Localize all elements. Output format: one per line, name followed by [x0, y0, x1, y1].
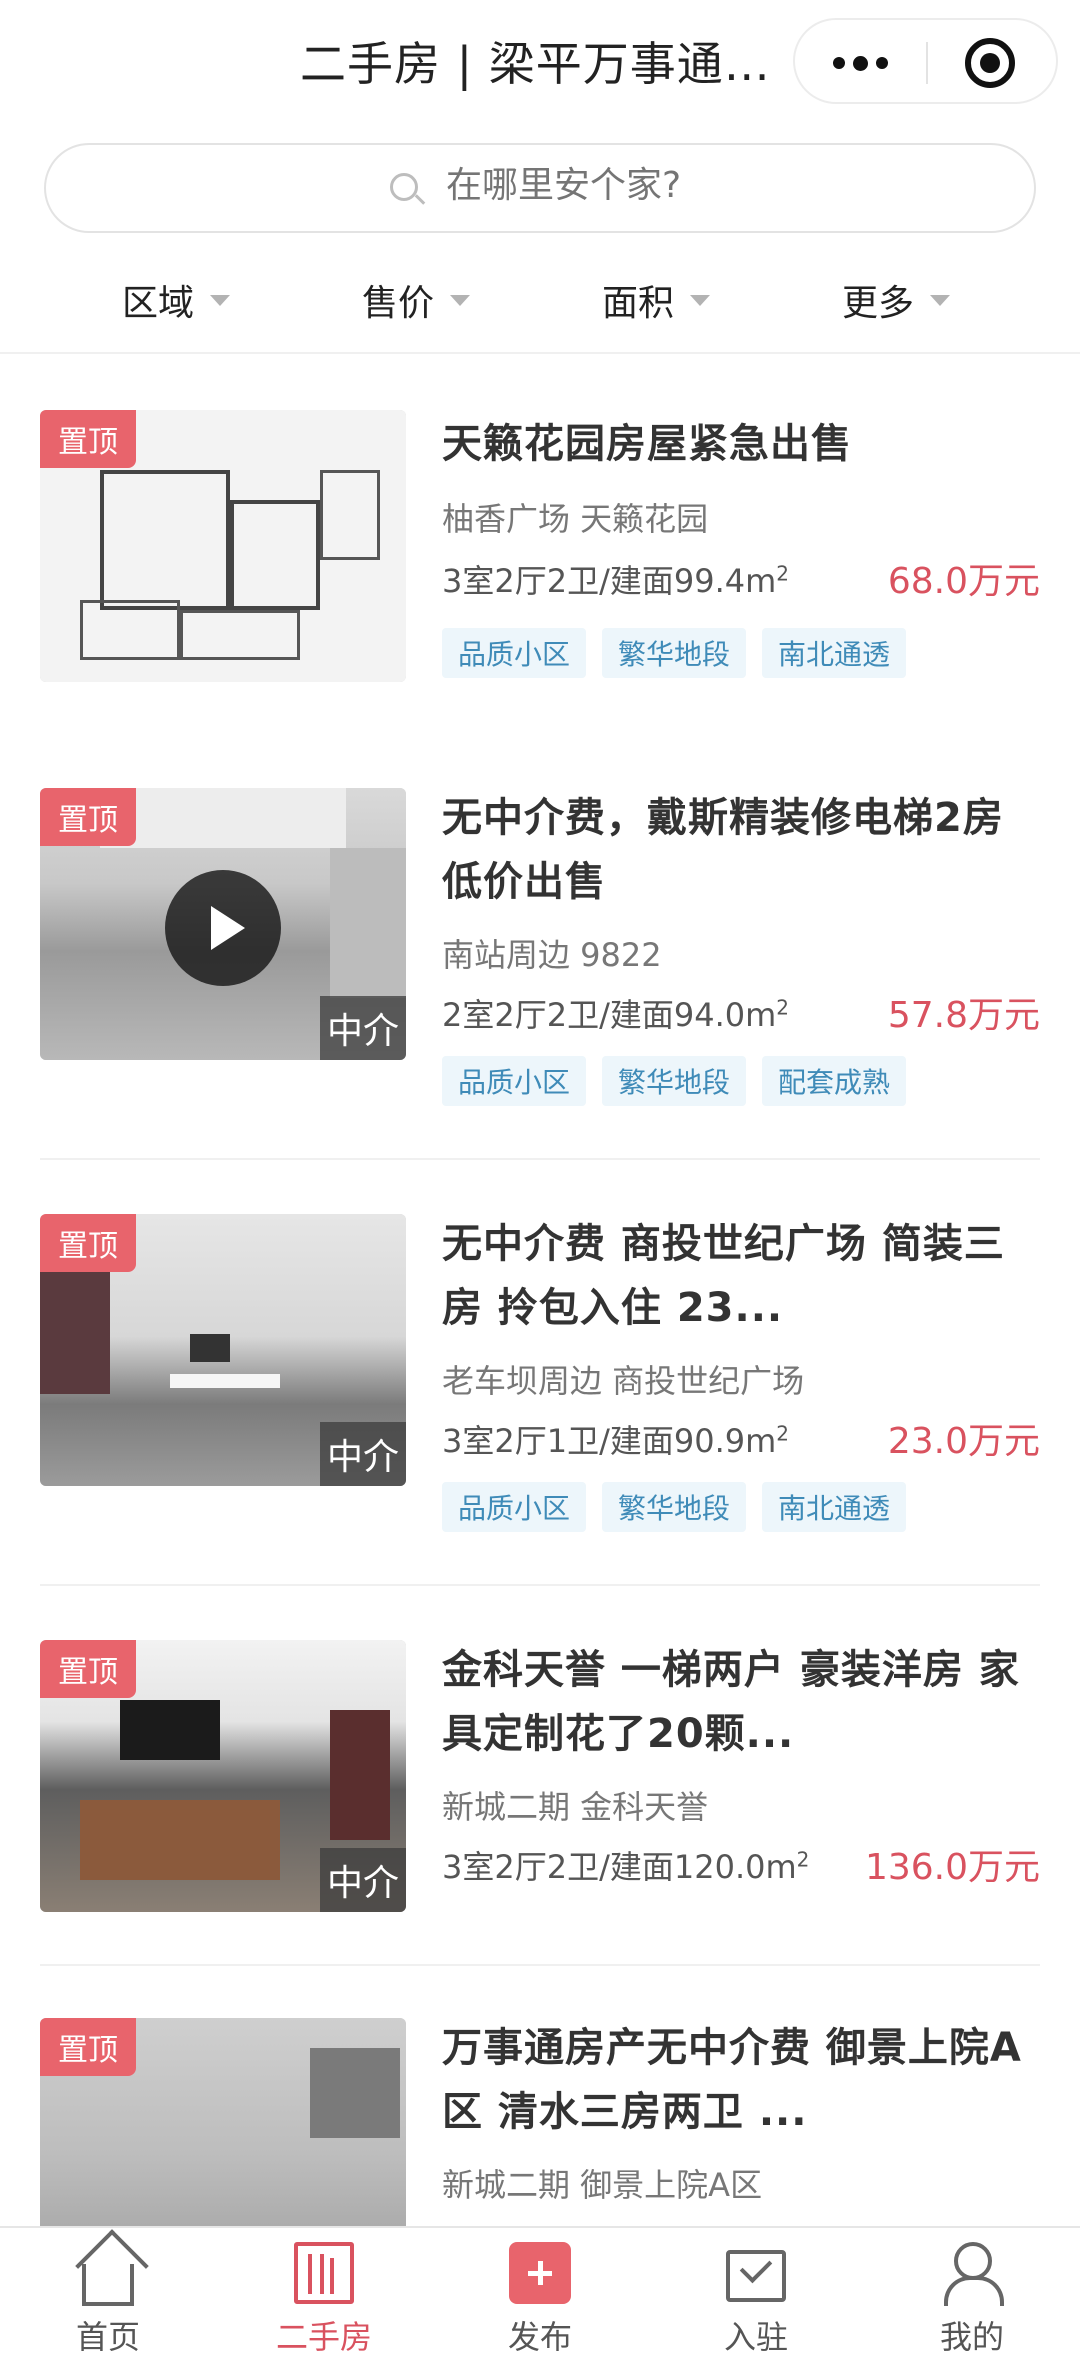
listing-item[interactable]: 置顶 中介 金科天誉 一梯两户 豪装洋房 家具定制花了20颗... 新城二期 金…	[40, 1586, 1040, 1966]
caret-down-icon	[210, 294, 231, 306]
listing-spec: 3室2厅2卫/建面120.0m2	[442, 1842, 809, 1888]
spec-text: 3室2厅1卫/建面90.9m	[442, 1422, 777, 1460]
listing-title[interactable]: 天籁花园房屋紧急出售	[442, 412, 1040, 476]
listing-location: 老车坝周边 商投世纪广场	[442, 1362, 805, 1400]
tab-home[interactable]: 首页	[0, 2228, 216, 2363]
top-nav-bar: 二手房 | 梁平万事通小程序	[0, 0, 1080, 122]
tag: 南北通透	[762, 628, 907, 678]
tab-label: 我的	[939, 2318, 1004, 2356]
tab-label: 二手房	[275, 2318, 372, 2356]
listing-price: 23.0万元	[887, 1421, 1040, 1462]
tag: 品质小区	[442, 628, 587, 678]
filter-price[interactable]: 售价	[362, 272, 471, 328]
search-icon	[390, 173, 418, 201]
tab-mine[interactable]: 我的	[864, 2228, 1080, 2363]
listing-thumbnail[interactable]: 置顶 中介	[40, 1640, 406, 1912]
search-bar[interactable]	[44, 143, 1036, 233]
spec-text: 2室2厅2卫/建面94.0m	[442, 996, 777, 1034]
pinned-badge: 置顶	[40, 410, 136, 468]
filter-bar: 区域 售价 面积 更多	[0, 254, 1080, 354]
listing-location: 新城二期 金科天誉	[442, 1788, 709, 1826]
listing-item[interactable]: 置顶 中介 无中介费 商投世纪广场 简装三房 拎包入住 23... 老车坝周边 …	[40, 1160, 1040, 1586]
listing-item[interactable]: 置顶 天籁花园房屋紧急出售 柚香广场 天籁花园 3室2厅2卫/建面99.4m2 …	[40, 354, 1040, 732]
close-mini-program-icon[interactable]	[965, 38, 1015, 88]
tab-second-hand-house[interactable]: 二手房	[216, 2228, 432, 2363]
listing-thumbnail[interactable]: 置顶 中介	[40, 1214, 406, 1486]
filter-label: 售价	[362, 283, 435, 324]
listing-location: 南站周边 9822	[442, 936, 662, 974]
agent-badge: 中介	[320, 996, 406, 1060]
tag: 繁华地段	[602, 628, 747, 678]
listing-thumbnail[interactable]: 置顶	[40, 2018, 406, 2226]
mail-icon	[726, 2250, 786, 2302]
listing-tags: 品质小区 繁华地段 南北通透	[442, 628, 907, 678]
listing-title[interactable]: 金科天誉 一梯两户 豪装洋房 家具定制花了20颗...	[442, 1638, 1040, 1766]
spec-sup: 2	[776, 1421, 790, 1446]
filter-label: 区域	[122, 283, 195, 324]
listing-title[interactable]: 无中介费，戴斯精装修电梯2房低价出售	[442, 786, 1040, 914]
listing-price: 136.0万元	[864, 1847, 1040, 1888]
pinned-badge: 置顶	[40, 1640, 136, 1698]
filter-label: 更多	[842, 283, 915, 324]
play-video-icon[interactable]	[165, 870, 281, 986]
tab-publish[interactable]: 发布	[432, 2228, 648, 2363]
listing-item[interactable]: 置顶 中介 无中介费，戴斯精装修电梯2房低价出售 南站周边 9822 2室2厅2…	[40, 732, 1040, 1160]
tab-join[interactable]: 入驻	[648, 2228, 864, 2363]
caret-down-icon	[450, 294, 471, 306]
page-title: 二手房 | 梁平万事通小程序	[300, 37, 780, 91]
listing-spec: 3室2厅1卫/建面90.9m2	[442, 1416, 789, 1462]
listing-tags: 品质小区 繁华地段 配套成熟	[442, 1056, 907, 1106]
filter-label: 面积	[602, 283, 675, 324]
spec-sup: 2	[776, 995, 790, 1020]
pinned-badge: 置顶	[40, 788, 136, 846]
pinned-badge: 置顶	[40, 1214, 136, 1272]
listing-spec: 2室2厅2卫/建面94.0m2	[442, 990, 789, 1036]
caret-down-icon	[930, 294, 951, 306]
bottom-tab-bar: 首页 二手房 发布 入驻 我的	[0, 2226, 1080, 2363]
plus-icon	[509, 2242, 571, 2304]
user-icon	[942, 2242, 1004, 2306]
filter-area[interactable]: 面积	[602, 272, 711, 328]
tag: 南北通透	[762, 1482, 907, 1532]
listing-thumbnail[interactable]: 置顶	[40, 410, 406, 682]
listing-thumbnail[interactable]: 置顶 中介	[40, 788, 406, 1060]
listing-location: 新城二期 御景上院A区	[442, 2166, 763, 2204]
listing-title[interactable]: 万事通房产无中介费 御景上院A区 清水三房两卫 ...	[442, 2016, 1040, 2144]
mini-program-capsule	[793, 18, 1058, 104]
tag: 品质小区	[442, 1056, 587, 1106]
listing-price: 68.0万元	[887, 561, 1040, 602]
tab-label: 首页	[75, 2318, 140, 2356]
tag: 繁华地段	[602, 1056, 747, 1106]
spec-text: 3室2厅2卫/建面120.0m	[442, 1848, 797, 1886]
caret-down-icon	[690, 294, 711, 306]
building-icon	[294, 2242, 354, 2304]
listing-location: 柚香广场 天籁花园	[442, 500, 709, 538]
filter-more[interactable]: 更多	[842, 272, 951, 328]
listing-price: 57.8万元	[887, 995, 1040, 1036]
capsule-divider	[926, 42, 928, 84]
tag: 配套成熟	[762, 1056, 907, 1106]
tab-label: 发布	[507, 2318, 572, 2356]
search-input[interactable]	[446, 165, 846, 206]
more-options-icon[interactable]	[795, 20, 926, 106]
listing-item[interactable]: 置顶 万事通房产无中介费 御景上院A区 清水三房两卫 ... 新城二期 御景上院…	[40, 1966, 1040, 2226]
home-icon	[82, 2264, 134, 2306]
agent-badge: 中介	[320, 1422, 406, 1486]
pinned-badge: 置顶	[40, 2018, 136, 2076]
listing-title[interactable]: 无中介费 商投世纪广场 简装三房 拎包入住 23...	[442, 1212, 1040, 1340]
agent-badge: 中介	[320, 1848, 406, 1912]
tag: 品质小区	[442, 1482, 587, 1532]
listing-tags: 品质小区 繁华地段 南北通透	[442, 1482, 907, 1532]
tab-label: 入驻	[723, 2318, 788, 2356]
tag: 繁华地段	[602, 1482, 747, 1532]
listing-spec: 3室2厅2卫/建面99.4m2	[442, 556, 789, 602]
spec-text: 3室2厅2卫/建面99.4m	[442, 562, 777, 600]
filter-region[interactable]: 区域	[122, 272, 231, 328]
spec-sup: 2	[776, 561, 790, 586]
spec-sup: 2	[796, 1847, 810, 1872]
